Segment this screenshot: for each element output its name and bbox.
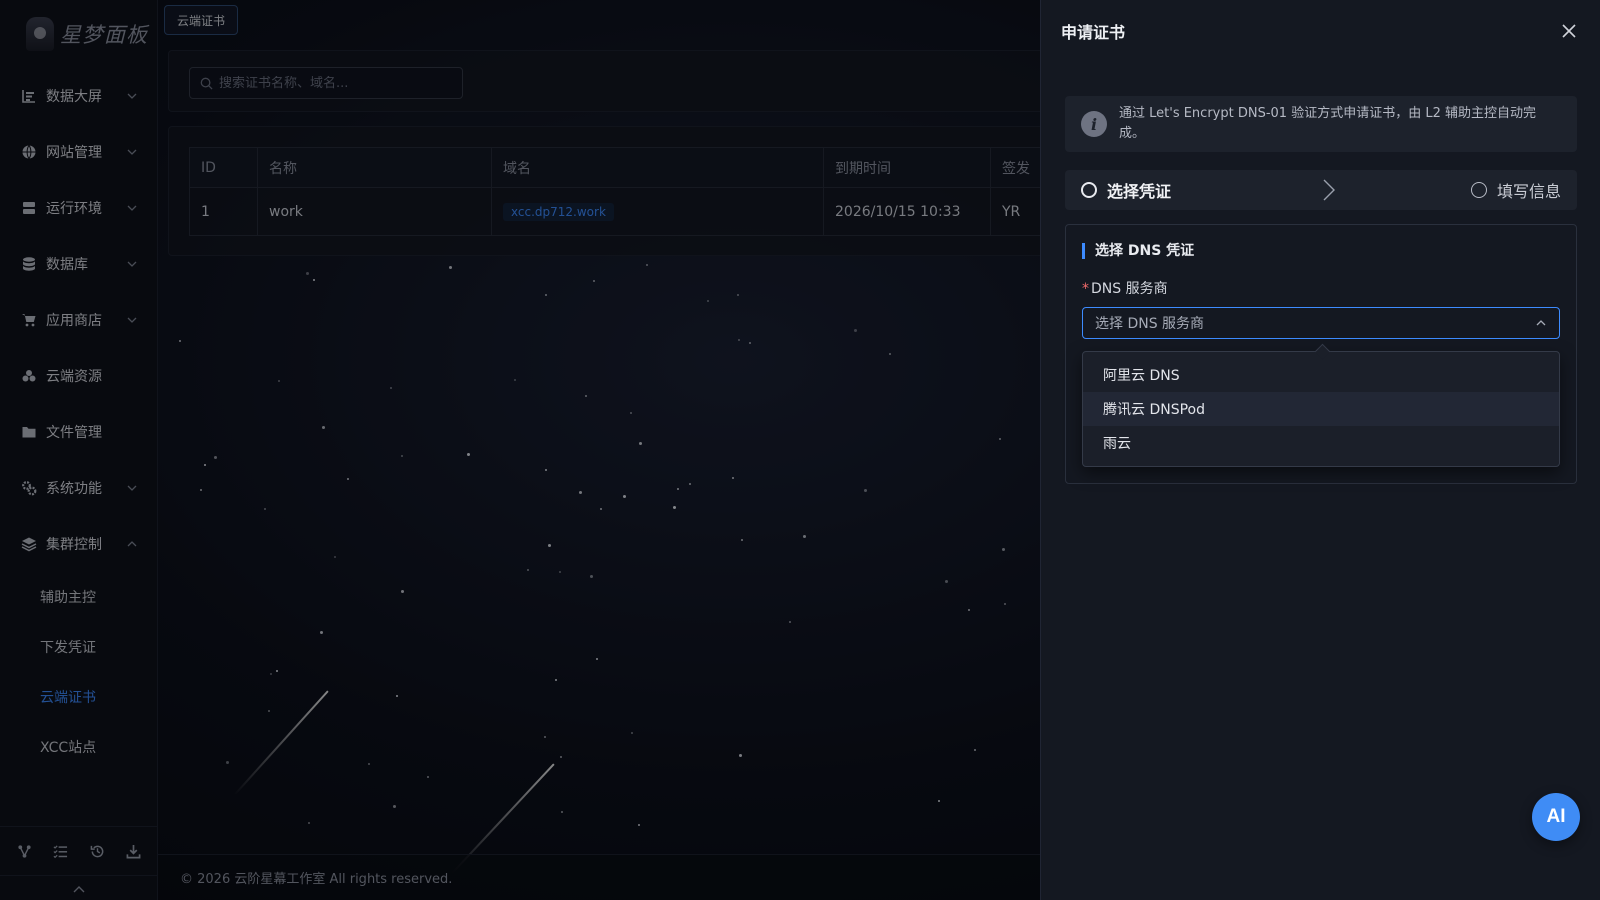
required-asterisk: *: [1082, 281, 1089, 297]
close-icon: [1562, 24, 1576, 38]
dns-provider-dropdown: 阿里云 DNS 腾讯云 DNSPod 雨云: [1082, 351, 1560, 467]
chevron-right-icon: [1323, 179, 1336, 201]
section-title: 选择 DNS 凭证: [1082, 243, 1194, 259]
dns-credential-form: 选择 DNS 凭证 * DNS 服务商 选择 DNS 服务商 阿里云 DNS 腾讯…: [1065, 224, 1577, 484]
step-dot-icon: [1081, 182, 1097, 198]
chevron-up-icon: [1536, 320, 1546, 326]
info-alert: i 通过 Let's Encrypt DNS-01 验证方式申请证书，由 L2 …: [1065, 96, 1577, 152]
close-button[interactable]: [1558, 20, 1580, 42]
info-icon: i: [1081, 111, 1107, 137]
option-tencent-dnspod[interactable]: 腾讯云 DNSPod: [1083, 392, 1559, 426]
ai-assistant-button[interactable]: AI: [1532, 793, 1580, 841]
info-alert-text: 通过 Let's Encrypt DNS-01 验证方式申请证书，由 L2 辅助…: [1119, 106, 1536, 141]
option-aliyun-dns[interactable]: 阿里云 DNS: [1083, 358, 1559, 392]
apply-certificate-drawer: 申请证书 i 通过 Let's Encrypt DNS-01 验证方式申请证书，…: [1040, 0, 1600, 900]
step-fill-info[interactable]: 填写信息: [1470, 178, 1561, 202]
step-label: 填写信息: [1496, 182, 1561, 201]
app-root: 星梦面板 数据大屏 网站管理 运行环境 数据库 应用商店 云端资源 文件管理 系…: [0, 0, 1600, 900]
dns-provider-select[interactable]: 选择 DNS 服务商: [1082, 307, 1560, 339]
dns-provider-label: * DNS 服务商: [1082, 278, 1168, 298]
drawer-header: 申请证书: [1041, 0, 1600, 62]
field-label-text: DNS 服务商: [1091, 281, 1168, 297]
step-select-credential[interactable]: 选择凭证: [1081, 178, 1171, 202]
option-rainyun[interactable]: 雨云: [1083, 426, 1559, 460]
modal-overlay[interactable]: [0, 0, 1040, 900]
select-placeholder: 选择 DNS 服务商: [1095, 316, 1205, 332]
steps-bar: 选择凭证 填写信息: [1065, 170, 1577, 210]
drawer-title: 申请证书: [1061, 23, 1126, 42]
step-label: 选择凭证: [1107, 182, 1172, 201]
step-dot-icon: [1470, 182, 1487, 198]
